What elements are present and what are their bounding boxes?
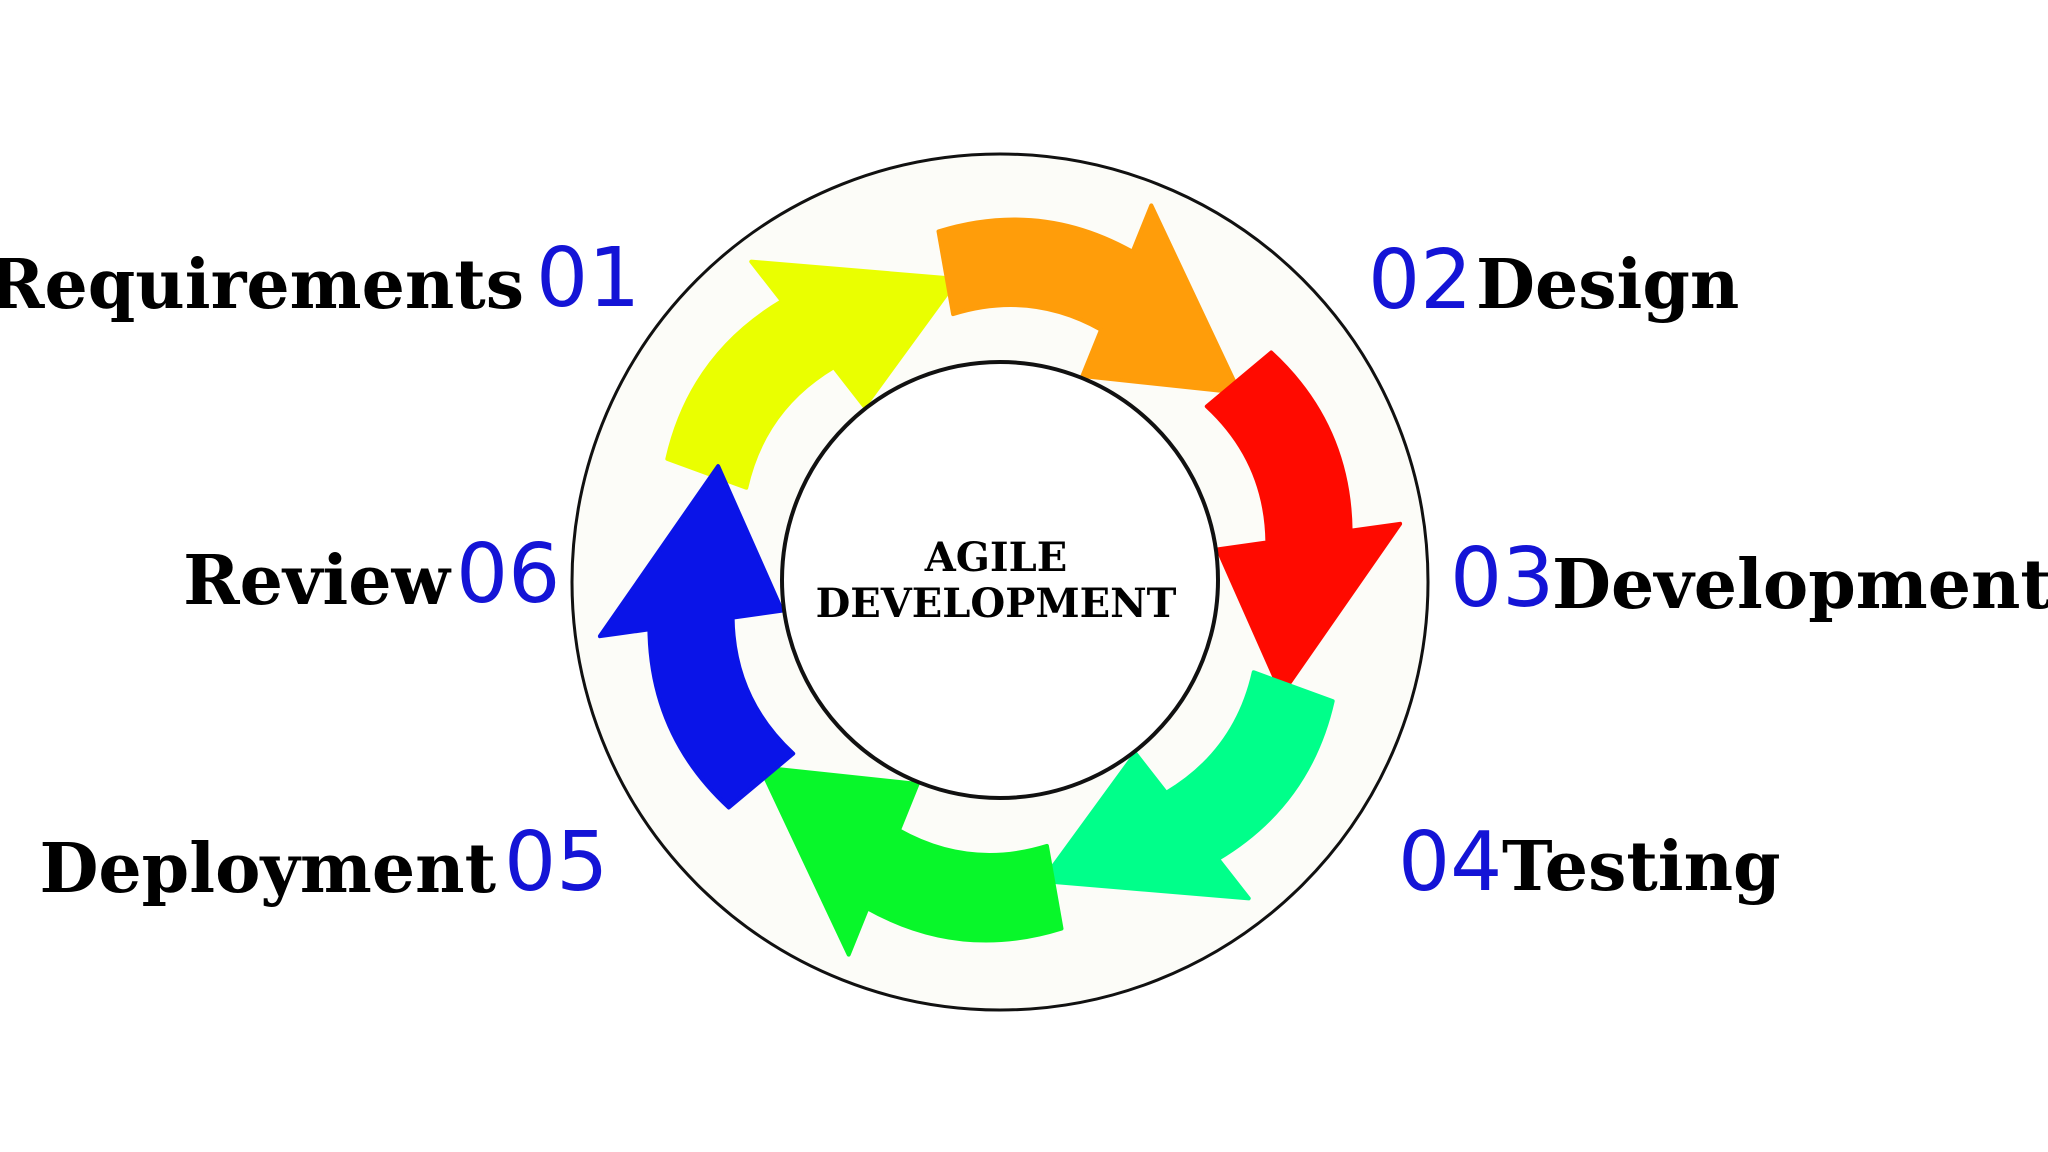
stage-label-design: Design — [1476, 245, 1739, 325]
stage-label-development: Development — [1552, 545, 2048, 625]
stage-number-02: 02 — [1368, 233, 1472, 328]
center-title-line2: DEVELOPMENT — [816, 580, 1177, 627]
stage-number-06: 06 — [456, 527, 560, 622]
stage-label-review: Review — [183, 541, 451, 621]
stage-number-04: 04 — [1398, 815, 1502, 910]
stage-label-testing: Testing — [1502, 827, 1781, 907]
stage-label-deployment: Deployment — [39, 829, 496, 909]
agile-cycle-diagram: AGILE DEVELOPMENT Requirements 01 02 Des… — [0, 152, 2048, 1012]
center-title-line1: AGILE — [924, 534, 1068, 581]
stage-number-05: 05 — [504, 815, 608, 910]
stage-label-requirements: Requirements — [0, 245, 524, 325]
stage-number-03: 03 — [1450, 531, 1554, 626]
stage-number-01: 01 — [536, 231, 640, 326]
